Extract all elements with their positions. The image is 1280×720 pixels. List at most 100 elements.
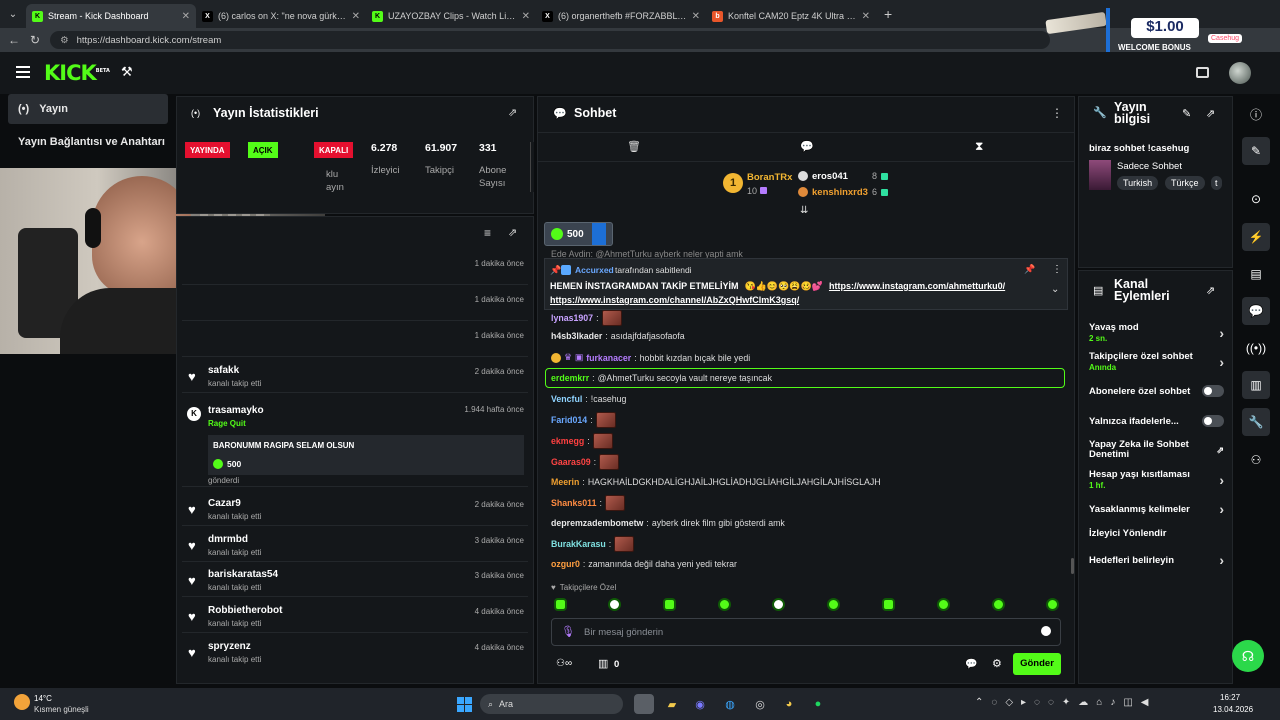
kick-logo[interactable]: KICKBETA [44,61,110,85]
windows-start-icon[interactable] [454,694,474,714]
send-button[interactable]: Gönder [1013,653,1061,675]
support-button[interactable]: ☊ [1232,640,1264,672]
edit-icon[interactable]: ✎ [1182,107,1191,120]
discord-icon[interactable]: ◉ [690,694,710,714]
action-subscribers-only[interactable]: Abonelere özel sohbet [1089,385,1224,397]
weather-icon[interactable] [14,694,30,710]
action-ai-moderation[interactable]: Yapay Zeka ile Sohbet Denetimi ⇗ [1089,440,1224,460]
app-icon[interactable]: ◎ [750,694,770,714]
chat-settings-chat-icon[interactable]: 💬 [965,659,977,670]
activity-item: 1 dakika önce [182,251,528,285]
filter-icon[interactable]: ≡ [484,226,491,240]
hourglass-icon[interactable]: ⧗ [975,139,983,154]
headphones-shape [85,208,101,248]
action-host[interactable]: İzleyici Yönlendir [1089,528,1224,539]
users-icon[interactable]: ⚇ [1242,446,1270,474]
gear-icon[interactable]: ⚙ [992,657,1002,670]
lightning-icon[interactable]: ⚡ [1242,223,1270,251]
kick-coin-icon: K [187,407,201,421]
emote-icon[interactable] [608,598,621,611]
new-tab-icon[interactable]: + [884,6,892,22]
avatar[interactable] [1229,62,1251,84]
emote-image [614,536,635,552]
mic-icon[interactable]: 🎙 [561,625,575,638]
pin-icon[interactable]: 📌 [1024,264,1035,275]
more-icon[interactable]: ⋮ [1052,264,1062,275]
browser-tab[interactable]: K Stream - Kick Dashboard ✕ [26,4,196,28]
chat-icon[interactable]: 💬 [1242,297,1270,325]
toggle-switch[interactable] [1202,385,1224,397]
action-followers-only[interactable]: Takipçilere özel sohbet Anında › [1089,351,1224,372]
chat-scrollbar[interactable] [1071,558,1074,574]
channel-actions-icon[interactable]: ▥ [1242,371,1270,399]
popout-icon[interactable]: ⇗ [508,226,517,239]
reload-icon[interactable]: ↻ [30,33,40,47]
tag-chip[interactable]: t [1211,176,1222,190]
folder-icon[interactable]: ▰ [662,694,682,714]
chat-bubble-icon[interactable]: 💬 [800,140,814,153]
popout-icon[interactable]: ⇗ [1206,107,1215,120]
trash-icon[interactable]: 🗑 [627,140,641,153]
close-icon[interactable]: ✕ [522,11,530,22]
emoji-picker-icon[interactable] [1041,626,1051,636]
browser-tab[interactable]: X (6) organerthefb #FORZABBL on X ✕ [536,4,706,28]
taskbar-search[interactable]: ⌕ Ara [480,694,623,714]
pin-icon[interactable]: ⚒ [121,64,133,80]
more-icon[interactable]: ⋮ [1051,106,1063,120]
emote-icon[interactable] [663,598,676,611]
document-icon[interactable]: ▤ [1242,260,1270,288]
emote-icon[interactable] [718,598,731,611]
action-slow-mode[interactable]: Yavaş mod 2 sn. › [1089,322,1224,343]
action-goals[interactable]: Hedefleri belirleyin › [1089,552,1224,568]
browser-tab[interactable]: X (6) carlos on X: "ne nova gürkan ne ✕ [196,4,366,28]
menu-icon[interactable] [16,66,30,78]
back-icon[interactable]: ← [8,33,20,47]
emote-icon[interactable] [882,598,895,611]
expand-icon[interactable]: ⇊ [800,205,808,216]
action-account-age[interactable]: Hesap yaşı kısıtlaması 1 hf. › [1089,469,1224,490]
action-banned-words[interactable]: Yasaklanmış kelimeler › [1089,501,1224,517]
emote-icon[interactable] [937,598,950,611]
close-icon[interactable]: ✕ [862,11,870,22]
edge-icon[interactable]: ◍ [720,694,740,714]
spotify-icon[interactable]: ● [808,694,828,714]
site-info-icon[interactable]: ⚙ [60,35,69,46]
broadcast-icon[interactable]: ((•)) [1242,334,1270,362]
chrome-icon[interactable]: ◕ [779,694,799,714]
browser-tab[interactable]: b Konftel CAM20 Eptz 4K Ultra Hd U ✕ [706,4,876,28]
emote-icon[interactable] [827,598,840,611]
edit-icon[interactable]: ✎ [1242,137,1270,165]
kicks-goal-pill[interactable]: 500 [544,222,613,246]
close-icon[interactable]: ✕ [692,11,700,22]
gift-icon[interactable]: ▥ [598,657,608,670]
kick-coin-icon [881,189,888,196]
camera-icon[interactable] [1196,67,1209,78]
url-field[interactable]: ⚙ https://dashboard.kick.com/stream [50,31,1051,49]
wrench-icon[interactable]: 🔧 [1242,408,1270,436]
sidebar-item-stream-key[interactable]: Yayın Bağlantısı ve Anahtarı [8,127,168,157]
users-icon[interactable]: ⚇∞ [556,658,572,669]
task-view-icon[interactable] [634,694,654,714]
chevron-down-icon[interactable]: ⌄ [1051,284,1059,295]
status-badge: KAPALI [314,142,354,158]
casehug-ad-banner[interactable]: $1.00 WELCOME BONUS Casehug [1045,8,1256,58]
close-icon[interactable]: ✕ [352,11,360,22]
popout-icon[interactable]: ⇗ [508,106,517,119]
emote-icon[interactable] [554,598,567,611]
info-icon[interactable]: ⓘ [1242,100,1270,128]
emote-icon[interactable] [1046,598,1059,611]
sidebar-item-stream[interactable]: (•) Yayın [8,94,168,124]
crosshair-icon[interactable]: ⊙ [1242,185,1270,213]
popout-icon[interactable]: ⇗ [1206,284,1215,297]
tab-search-icon[interactable]: ⌄ [0,9,26,20]
browser-tab[interactable]: K UZAYOZBAY Clips - Watch Live on ✕ [366,4,536,28]
emote-icon[interactable] [992,598,1005,611]
close-icon[interactable]: ✕ [182,11,190,22]
system-tray[interactable]: ⌃◌◇▸◌◌✦☁⌂♪◫◀ [975,697,1156,708]
chevron-right-icon: › [1219,552,1224,568]
tag-chip[interactable]: Türkçe [1165,176,1205,190]
tag-chip[interactable]: Turkish [1117,176,1159,190]
action-emotes-only[interactable]: Yalnızca ifadelerle... [1089,415,1224,427]
toggle-switch[interactable] [1202,415,1224,427]
emote-icon[interactable] [772,598,785,611]
